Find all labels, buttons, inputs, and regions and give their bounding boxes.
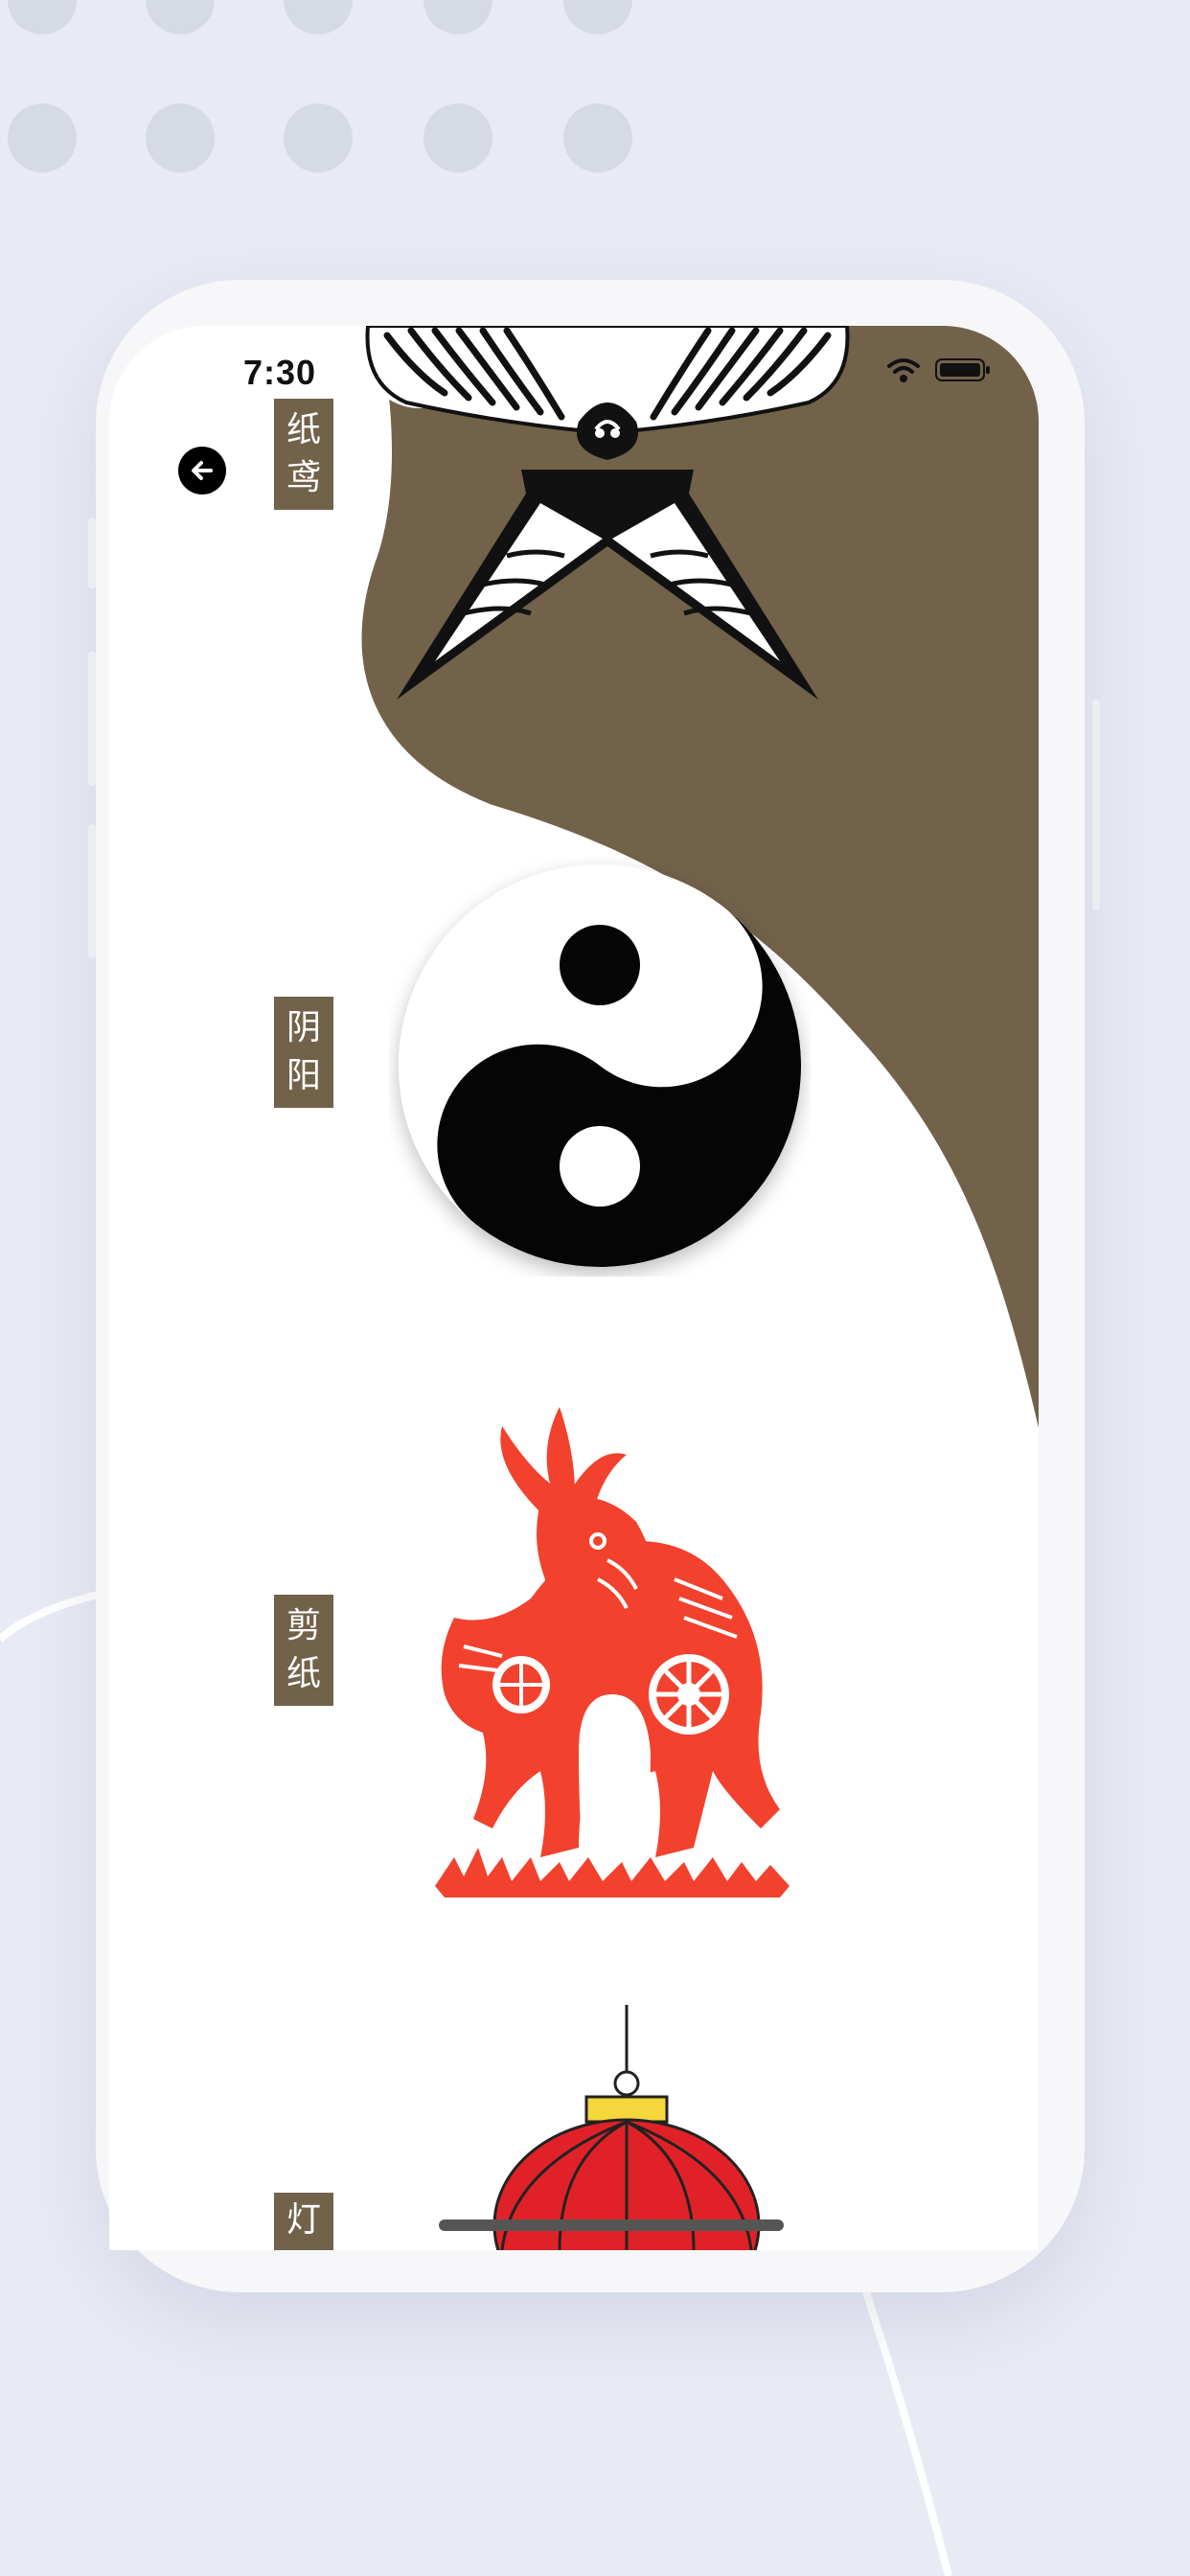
red-lantern-image[interactable]: [483, 2005, 770, 2250]
phone-side-button: [88, 824, 96, 958]
decor-dot: [146, 0, 215, 34]
back-button[interactable]: [178, 447, 226, 494]
label-char: 阳: [286, 1056, 321, 1095]
label-char: 剪: [286, 1606, 321, 1645]
decor-dot: [8, 104, 77, 172]
item-label-kite[interactable]: 纸 鸢: [274, 399, 333, 510]
decor-dot: [284, 104, 353, 172]
decor-dot: [8, 0, 77, 34]
phone-side-button: [1092, 700, 1100, 910]
decor-dot: [146, 104, 215, 172]
item-label-yinyang[interactable]: 阴 阳: [274, 997, 333, 1108]
phone-side-button: [88, 518, 96, 588]
home-indicator: [439, 2220, 784, 2231]
decor-dot: [423, 104, 492, 172]
phone-side-button: [88, 652, 96, 786]
label-char: 鸢: [286, 458, 321, 497]
label-char: 阴: [286, 1008, 321, 1047]
arrow-left-icon: [192, 461, 213, 480]
wifi-icon: [887, 358, 920, 382]
item-label-papercut[interactable]: 剪 纸: [274, 1595, 333, 1706]
decor-arc: [858, 2281, 952, 2576]
decor-dot: [284, 0, 353, 34]
label-char: 纸: [286, 410, 321, 449]
item-label-lantern[interactable]: 灯: [274, 2193, 333, 2250]
decor-dot: [563, 104, 632, 172]
decor-dot: [423, 0, 492, 34]
status-icons: [887, 356, 991, 383]
decor-dot: [563, 0, 632, 34]
paper-cut-goat-image[interactable]: [435, 1407, 799, 1905]
status-time: 7:30: [243, 353, 317, 392]
label-char: 纸: [286, 1654, 321, 1693]
battery-icon: [935, 358, 990, 381]
paper-kite-image[interactable]: [358, 326, 857, 709]
label-char: 灯: [286, 2200, 321, 2240]
app-screen: 7:30 纸 鸢 阴 阳 剪 纸 灯: [109, 326, 1039, 2250]
yin-yang-image[interactable]: [389, 855, 811, 1276]
